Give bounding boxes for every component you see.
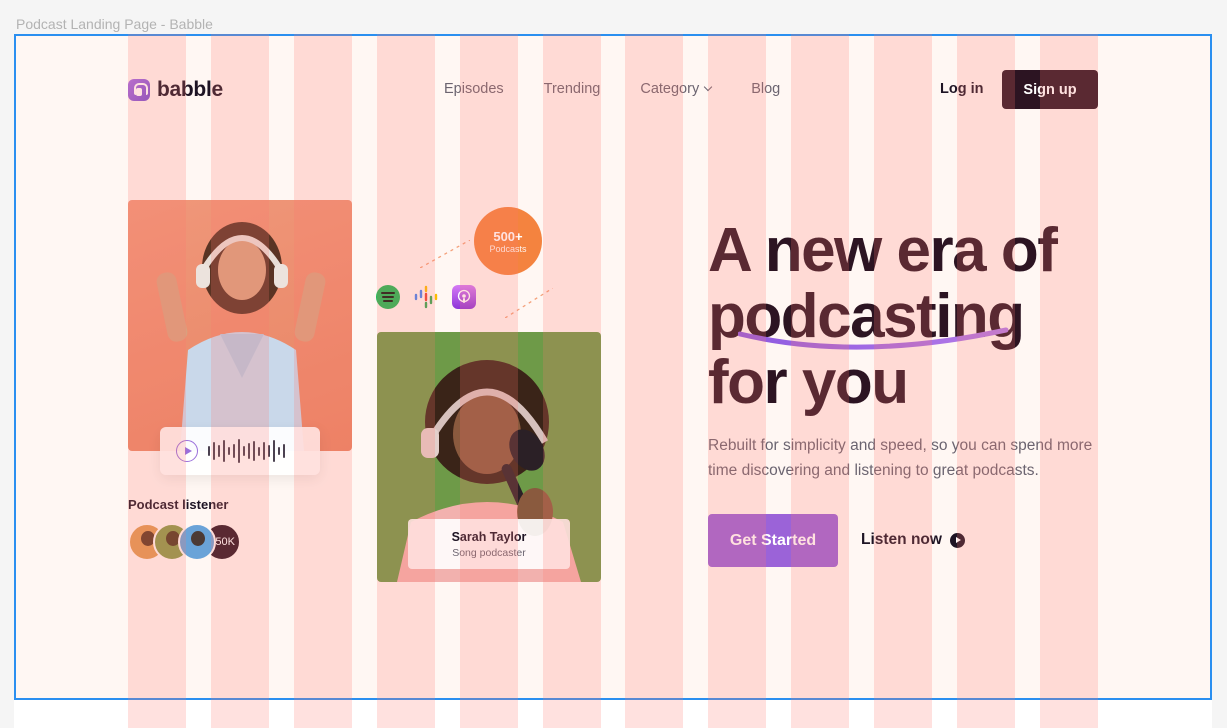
listeners-label: Podcast listener bbox=[128, 497, 229, 512]
podcaster-role: Song podcaster bbox=[452, 546, 526, 559]
hero-heading: A new era of podcasting for you bbox=[708, 218, 1108, 416]
main-nav: Episodes Trending Category Blog bbox=[444, 81, 780, 97]
listen-now-label: Listen now bbox=[861, 531, 942, 548]
podcasts-count-label: Podcasts bbox=[489, 243, 527, 254]
underline-swoosh bbox=[738, 327, 1009, 350]
hero-title: A new era of podcasting for you bbox=[708, 218, 1108, 416]
microphone-logo-icon bbox=[128, 79, 150, 101]
login-link[interactable]: Log in bbox=[940, 81, 984, 97]
landing-page: babble Episodes Trending Category Blog L… bbox=[0, 0, 1227, 728]
podcasts-count-badge: 500+ Podcasts bbox=[474, 207, 542, 275]
nav-item-category[interactable]: Category bbox=[640, 81, 713, 97]
hero-title-line1: A new era of bbox=[708, 216, 1058, 285]
waveform-icon bbox=[208, 439, 285, 463]
logo[interactable]: babble bbox=[128, 78, 223, 102]
signup-button[interactable]: Sign up bbox=[1002, 70, 1098, 109]
google-podcasts-icon[interactable] bbox=[414, 285, 438, 309]
podcaster-name-card: Sarah Taylor Song podcaster bbox=[408, 519, 570, 569]
get-started-button[interactable]: Get Started bbox=[708, 514, 838, 567]
audio-player bbox=[160, 427, 320, 475]
nav-item-episodes[interactable]: Episodes bbox=[444, 81, 504, 97]
apple-podcasts-icon[interactable] bbox=[452, 285, 476, 309]
dashed-connector bbox=[505, 288, 553, 318]
nav-item-blog[interactable]: Blog bbox=[751, 81, 780, 97]
hero-subtitle: Rebuilt for simplicity and speed, so you… bbox=[708, 437, 1093, 479]
listener-avatars: +50K bbox=[128, 523, 241, 561]
logo-text: babble bbox=[157, 78, 223, 101]
woman-with-headphones-image bbox=[156, 222, 326, 451]
podcaster-name: Sarah Taylor bbox=[451, 529, 527, 544]
listener-photo-card bbox=[128, 200, 352, 451]
dashed-connector bbox=[420, 240, 470, 268]
play-circle-icon bbox=[949, 532, 965, 548]
listen-now-link[interactable]: Listen now bbox=[861, 531, 965, 549]
spotify-icon[interactable] bbox=[376, 285, 400, 309]
chevron-down-icon bbox=[703, 82, 713, 92]
podcasts-count: 500+ bbox=[493, 228, 523, 244]
play-icon[interactable] bbox=[176, 440, 198, 462]
nav-item-category-label: Category bbox=[640, 81, 700, 97]
nav-item-trending[interactable]: Trending bbox=[544, 81, 601, 97]
avatar bbox=[178, 523, 216, 561]
